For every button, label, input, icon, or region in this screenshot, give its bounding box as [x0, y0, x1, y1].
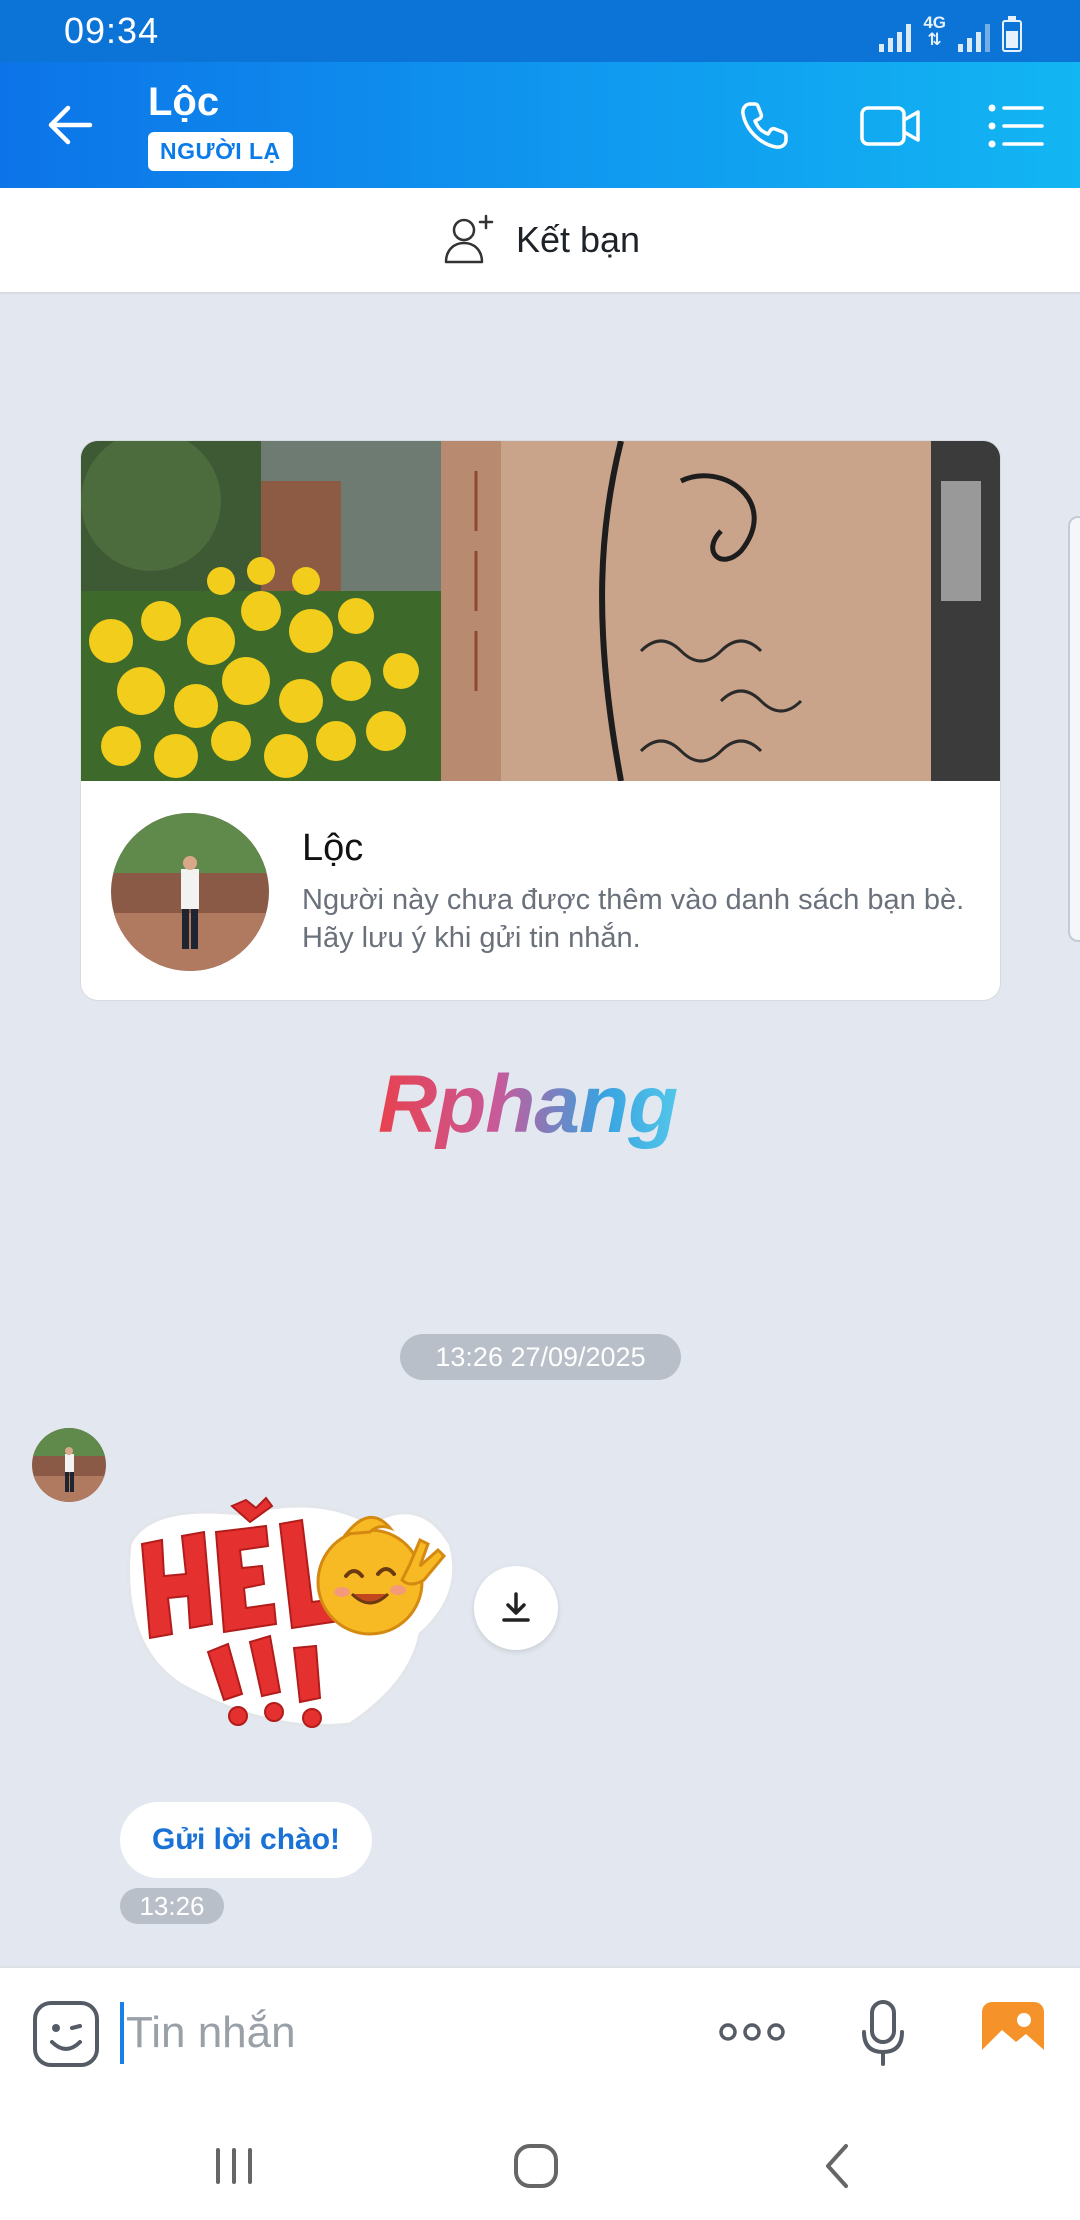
hello-sticker[interactable] [120, 1484, 460, 1734]
stranger-badge: NGƯỜI LẠ [148, 132, 293, 171]
system-nav-bar [0, 2100, 1080, 2220]
message-composer [0, 1966, 1080, 2100]
home-icon[interactable] [504, 2134, 568, 2198]
photo-gallery-icon[interactable] [980, 2000, 1046, 2064]
emoji-icon[interactable] [30, 1998, 102, 2070]
status-bar: 09:34 4G ⇅ [0, 0, 1080, 62]
status-icons: 4G ⇅ [879, 12, 1022, 52]
message-time: 13:26 [120, 1888, 224, 1924]
avatar[interactable] [111, 813, 269, 971]
message-input[interactable] [126, 1996, 686, 2070]
phone-icon[interactable] [730, 92, 798, 160]
network-type: 4G ⇅ [923, 13, 946, 49]
download-icon [502, 1592, 530, 1622]
text-caret [120, 2002, 124, 2064]
signal-icon-2 [958, 22, 990, 52]
add-friend-label: Kết bạn [515, 219, 641, 260]
status-time: 09:34 [64, 10, 160, 51]
chat-header: Lộc NGƯỜI LẠ [0, 62, 1080, 188]
profile-name: Lộc [302, 827, 364, 869]
cover-photo [81, 441, 1000, 781]
list-menu-icon[interactable] [982, 92, 1050, 160]
date-separator: 13:26 27/09/2025 [400, 1334, 681, 1380]
microphone-icon[interactable] [858, 1998, 908, 2070]
profile-card[interactable]: Lộc Người này chưa được thêm vào danh sá… [80, 440, 1001, 1001]
watermark-logo: Rphang [378, 1059, 678, 1150]
battery-icon [1002, 16, 1022, 52]
send-greeting-button[interactable]: Gửi lời chào! [120, 1802, 372, 1878]
contact-name[interactable]: Lộc [148, 80, 219, 125]
video-camera-icon[interactable] [856, 92, 924, 160]
back-button[interactable] [40, 94, 102, 156]
profile-warning: Người này chưa được thêm vào danh sách b… [302, 884, 965, 954]
signal-icon [879, 22, 912, 52]
add-friend-button[interactable]: Kết bạn [0, 188, 1080, 294]
back-nav-icon[interactable] [806, 2134, 870, 2198]
sender-avatar[interactable] [32, 1428, 106, 1502]
recent-apps-icon[interactable] [202, 2134, 266, 2198]
scroll-handle[interactable] [1068, 516, 1080, 942]
more-dots-icon[interactable] [716, 2012, 788, 2052]
download-button[interactable] [474, 1566, 558, 1650]
add-user-icon [444, 214, 494, 264]
